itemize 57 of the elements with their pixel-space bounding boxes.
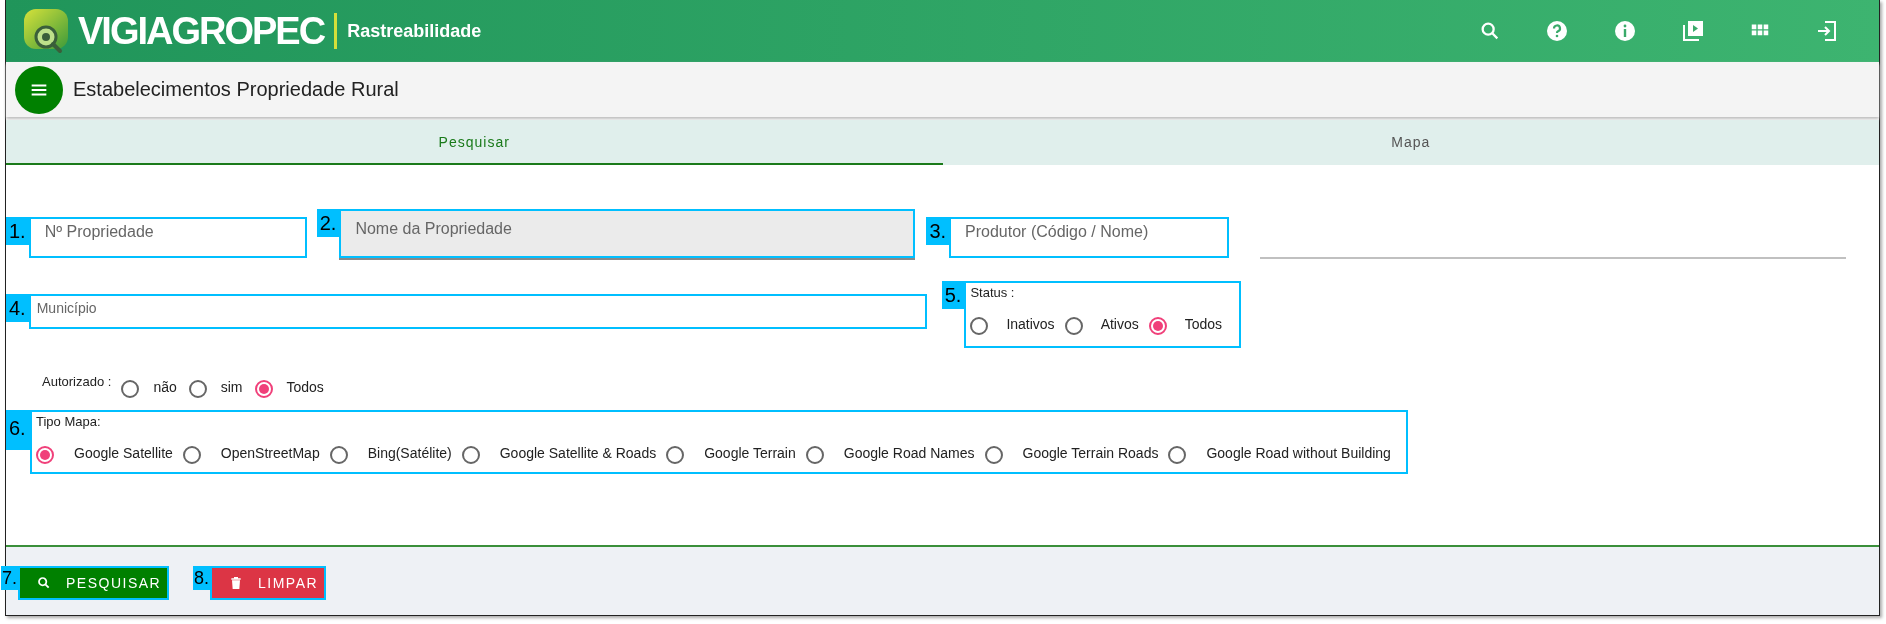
radio-button[interactable] bbox=[254, 380, 273, 398]
radio-label: OpenStreetMap bbox=[220, 445, 320, 461]
radio-label: Google Satellite & Roads bbox=[499, 445, 657, 461]
radio-button[interactable] bbox=[329, 446, 348, 464]
radio-button[interactable] bbox=[121, 380, 140, 398]
radio-button[interactable] bbox=[1148, 317, 1167, 335]
radio-button[interactable] bbox=[36, 446, 54, 464]
radio-label: Todos bbox=[286, 379, 324, 395]
radio-label: Todos bbox=[1184, 316, 1223, 332]
radio-button[interactable] bbox=[666, 446, 685, 464]
callout-label: 6. bbox=[6, 410, 30, 450]
callout-label: 8. bbox=[193, 566, 211, 590]
callout-label: 7. bbox=[1, 566, 18, 590]
radio-button[interactable] bbox=[970, 317, 989, 335]
tab[interactable]: Pesquisar bbox=[6, 120, 943, 165]
radio-label: Inativos bbox=[1006, 316, 1055, 332]
search-button[interactable]: PESQUISAR bbox=[18, 566, 169, 600]
radio-button[interactable] bbox=[1064, 317, 1083, 335]
callout-label: 2. bbox=[316, 209, 340, 237]
callout-label: 5. bbox=[941, 281, 965, 309]
clear-button[interactable]: LIMPAR bbox=[210, 566, 327, 600]
menu-button[interactable] bbox=[15, 65, 63, 114]
radio-button[interactable] bbox=[1168, 446, 1187, 464]
input-field[interactable]: Nº Propriedade bbox=[28, 217, 307, 258]
radio-label: Google Satellite bbox=[74, 445, 173, 461]
callout-label: 3. bbox=[926, 217, 950, 245]
group-label: Tipo Mapa: bbox=[36, 414, 101, 429]
radio-label: não bbox=[153, 379, 177, 395]
radio-label: Google Terrain Roads bbox=[1022, 445, 1159, 461]
video-library-icon[interactable] bbox=[1681, 19, 1705, 43]
group-label: Status : bbox=[970, 285, 1015, 300]
radio-label: Ativos bbox=[1100, 316, 1139, 332]
callout-label: 1. bbox=[6, 217, 29, 245]
page-title: Estabelecimentos Propriedade Rural bbox=[73, 78, 399, 101]
brand-name: VIGIAGROPEC bbox=[78, 9, 325, 53]
radio-label: Google Road without Building bbox=[1206, 445, 1391, 461]
radio-label: Google Road Names bbox=[843, 445, 975, 461]
radio-button[interactable] bbox=[805, 446, 824, 464]
radio-button[interactable] bbox=[984, 446, 1003, 464]
radio-button[interactable] bbox=[188, 380, 207, 398]
radio-label: sim bbox=[220, 379, 243, 395]
callout-label: 4. bbox=[6, 294, 29, 322]
brand-subtitle: Rastreabilidade bbox=[347, 20, 482, 42]
input-field[interactable]: Município bbox=[28, 294, 927, 329]
input-field[interactable]: Produtor (Código / Nome) bbox=[949, 217, 1230, 258]
exit-icon[interactable] bbox=[1815, 19, 1839, 43]
search-icon bbox=[36, 575, 52, 591]
radio-label: Google Terrain bbox=[704, 445, 796, 461]
tab[interactable]: Mapa bbox=[942, 120, 1879, 165]
radio-button[interactable] bbox=[461, 446, 480, 464]
radio-button[interactable] bbox=[182, 446, 201, 464]
info-icon[interactable] bbox=[1613, 19, 1637, 43]
search-icon[interactable] bbox=[1479, 20, 1501, 42]
radio-label: Bing(Satélite) bbox=[367, 445, 452, 461]
group-label: Autorizado : bbox=[42, 373, 112, 389]
input-field[interactable]: Nome da Propriedade bbox=[339, 209, 916, 258]
help-icon[interactable] bbox=[1545, 19, 1569, 43]
